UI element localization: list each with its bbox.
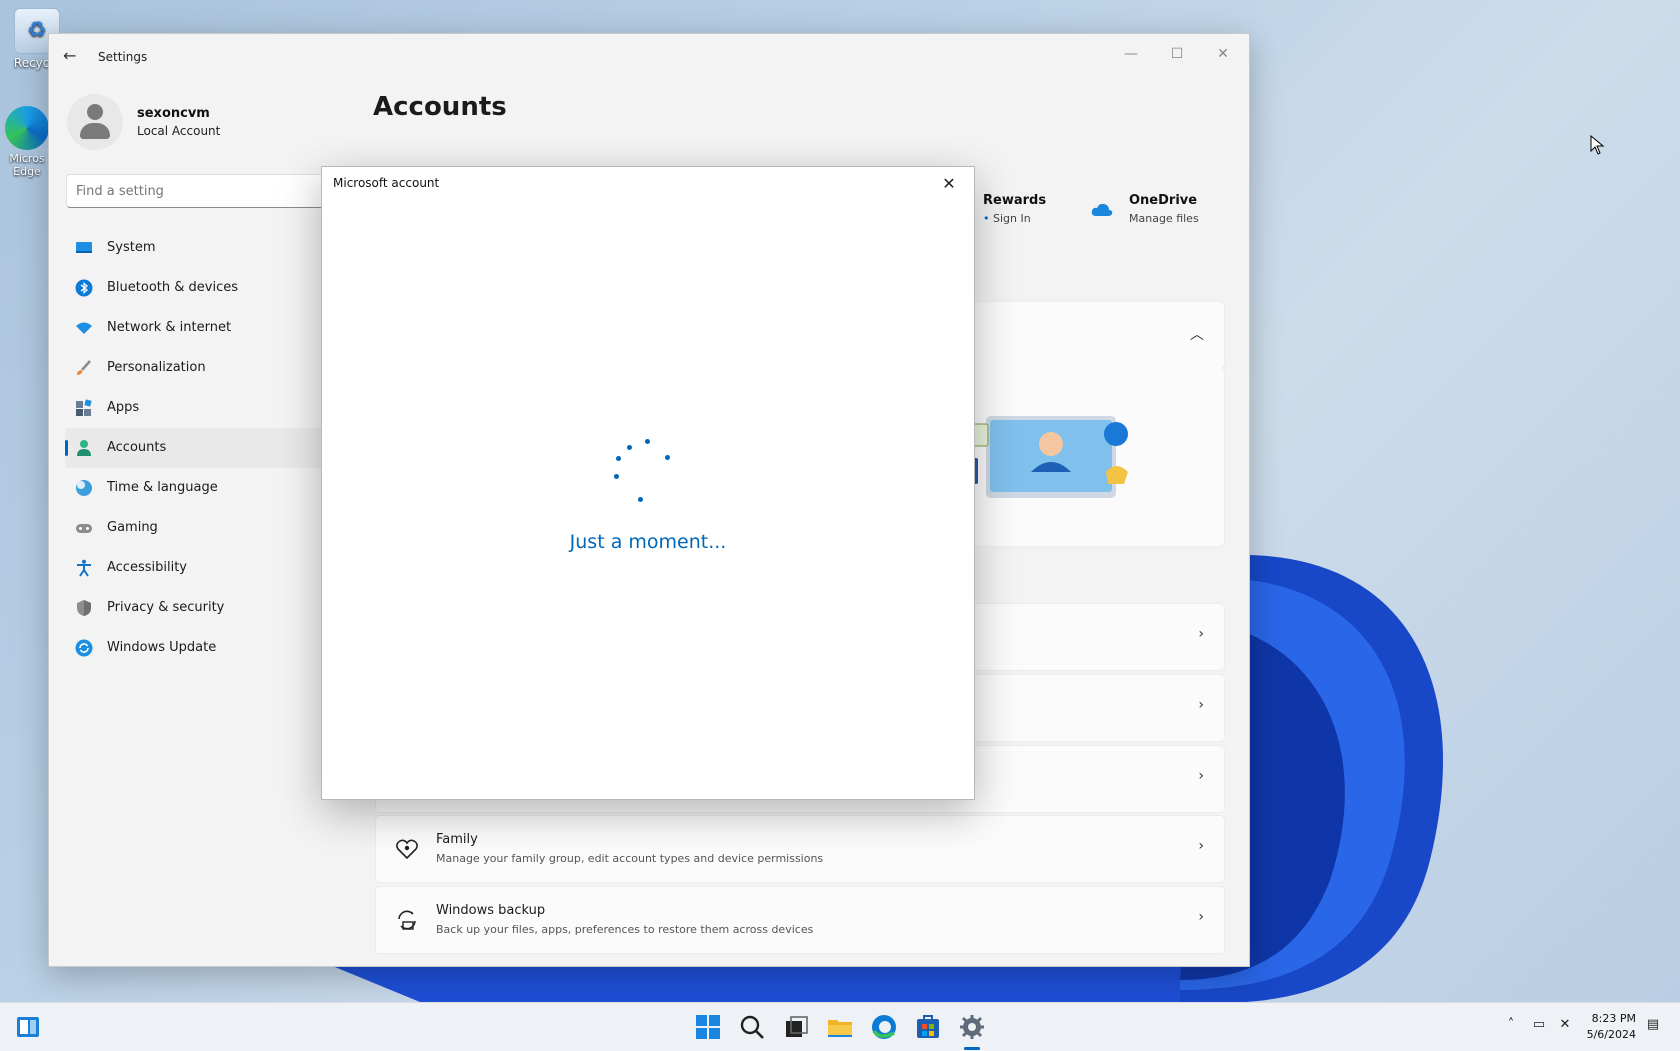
widgets-icon[interactable]: [14, 1013, 42, 1041]
settings-gear-icon[interactable]: [958, 1013, 986, 1041]
mouse-cursor-icon: [1590, 135, 1604, 155]
sidebar-item-label: Personalization: [107, 360, 206, 375]
edge-icon[interactable]: [870, 1013, 898, 1041]
family-row[interactable]: Family Manage your family group, edit ac…: [375, 815, 1225, 883]
sidebar-item-label: Gaming: [107, 520, 158, 535]
sidebar-item-apps[interactable]: Apps: [65, 388, 335, 428]
user-name: sexoncvm: [137, 106, 210, 121]
sidebar-item-label: System: [107, 240, 156, 255]
back-arrow-icon[interactable]: ←: [63, 46, 76, 65]
avatar: [67, 94, 123, 150]
chevron-right-icon: ›: [1198, 768, 1204, 784]
dialog-close-button[interactable]: ✕: [934, 171, 964, 197]
store-icon[interactable]: [914, 1013, 942, 1041]
account-illustration: [956, 416, 1128, 498]
desktop-icon-label: Micros Edge: [9, 152, 45, 178]
rewards-tile[interactable]: Rewards • Sign In: [983, 193, 1046, 225]
chevron-right-icon: ›: [1198, 697, 1204, 713]
clock-time: 8:23 PM: [1591, 1012, 1636, 1025]
chevron-up-icon[interactable]: ︿: [1190, 324, 1204, 344]
gamepad-icon: [76, 524, 92, 533]
system-icon: [76, 242, 92, 253]
system-clock[interactable]: 8:23 PM 5/6/2024: [1587, 1011, 1636, 1043]
sidebar-item-privacy-security[interactable]: Privacy & security: [65, 588, 335, 628]
chevron-right-icon: ›: [1198, 909, 1204, 925]
app-title: Settings: [98, 50, 148, 64]
loading-spinner-icon: [614, 439, 684, 509]
sidebar-item-label: Windows Update: [107, 640, 217, 655]
search-icon[interactable]: [738, 1013, 766, 1041]
sidebar-item-bluetooth[interactable]: Bluetooth & devices: [65, 268, 335, 308]
network-icon[interactable]: ▭: [1530, 1017, 1548, 1035]
row-title: Family: [436, 832, 478, 847]
clock-date: 5/6/2024: [1586, 1028, 1636, 1041]
status-dot-icon: •: [983, 212, 993, 225]
globe-clock-icon: [76, 480, 92, 496]
microsoft-account-dialog: Microsoft account ✕ Just a moment...: [321, 166, 975, 800]
sidebar-item-gaming[interactable]: Gaming: [65, 508, 335, 548]
brush-icon: [77, 360, 91, 375]
account-type: Local Account: [137, 124, 221, 138]
accessibility-icon: [77, 559, 91, 577]
rewards-title: Rewards: [983, 193, 1047, 208]
sidebar-item-label: Privacy & security: [107, 600, 225, 615]
sidebar-item-accounts[interactable]: Accounts: [65, 428, 335, 468]
close-window-button[interactable]: ✕: [1201, 40, 1245, 68]
onedrive-title: OneDrive: [1129, 193, 1198, 208]
onedrive-tile[interactable]: OneDrive Manage files: [1129, 193, 1199, 225]
wifi-icon: [76, 322, 92, 334]
desktop-icon-edge[interactable]: Micros Edge: [2, 106, 52, 178]
shield-icon: [77, 600, 91, 616]
sidebar-item-label: Accessibility: [107, 560, 187, 575]
sidebar-item-label: Bluetooth & devices: [107, 280, 238, 295]
notification-icon[interactable]: ▤: [1644, 1017, 1662, 1035]
loading-message: Just a moment...: [569, 531, 727, 553]
sidebar-item-label: Time & language: [107, 480, 218, 495]
family-heart-icon: [396, 839, 418, 860]
start-icon[interactable]: [694, 1013, 722, 1041]
dialog-title: Microsoft account: [333, 176, 440, 190]
row-subtitle: Manage your family group, edit account t…: [436, 852, 824, 865]
row-subtitle: Back up your files, apps, preferences to…: [436, 923, 814, 936]
chevron-right-icon: ›: [1198, 838, 1204, 854]
volume-muted-icon[interactable]: ✕: [1556, 1017, 1574, 1035]
search-input[interactable]: [67, 175, 308, 207]
file-explorer-icon[interactable]: [826, 1013, 854, 1041]
onedrive-icon: [1091, 203, 1113, 216]
sidebar-item-network[interactable]: Network & internet: [65, 308, 335, 348]
sidebar-item-windows-update[interactable]: Windows Update: [65, 628, 335, 668]
minimize-button[interactable]: —: [1109, 40, 1153, 68]
backup-icon: [398, 910, 416, 930]
sidebar-item-accessibility[interactable]: Accessibility: [65, 548, 335, 588]
row-title: Windows backup: [436, 903, 546, 918]
taskbar: ˄ ▭ ✕ 8:23 PM 5/6/2024 ▤: [0, 1002, 1680, 1051]
bluetooth-icon: [75, 279, 93, 297]
page-title: Accounts: [373, 92, 507, 122]
windows-backup-row[interactable]: Windows backup Back up your files, apps,…: [375, 886, 1225, 954]
apps-icon: [76, 399, 92, 416]
sidebar-item-personalization[interactable]: Personalization: [65, 348, 335, 388]
onedrive-subtitle: Manage files: [1129, 212, 1199, 225]
search-box: [66, 174, 328, 208]
sidebar-nav: System Bluetooth & devices Network & int…: [65, 228, 335, 668]
title-bar: ← Settings — ☐ ✕: [49, 34, 1249, 78]
chevron-right-icon: ›: [1198, 626, 1204, 642]
maximize-button[interactable]: ☐: [1155, 40, 1199, 68]
chevron-up-icon[interactable]: ˄: [1502, 1017, 1520, 1035]
sidebar-item-label: Network & internet: [107, 320, 232, 335]
update-icon: [75, 639, 93, 657]
sidebar-item-label: Accounts: [107, 440, 167, 455]
sidebar-item-label: Apps: [107, 400, 140, 415]
rewards-subtitle: • Sign In: [983, 212, 1031, 225]
accounts-icon: [77, 440, 91, 456]
sidebar-item-system[interactable]: System: [65, 228, 335, 268]
edge-icon: [5, 106, 49, 150]
task-view-icon[interactable]: [782, 1013, 810, 1041]
sidebar-item-time-language[interactable]: Time & language: [65, 468, 335, 508]
